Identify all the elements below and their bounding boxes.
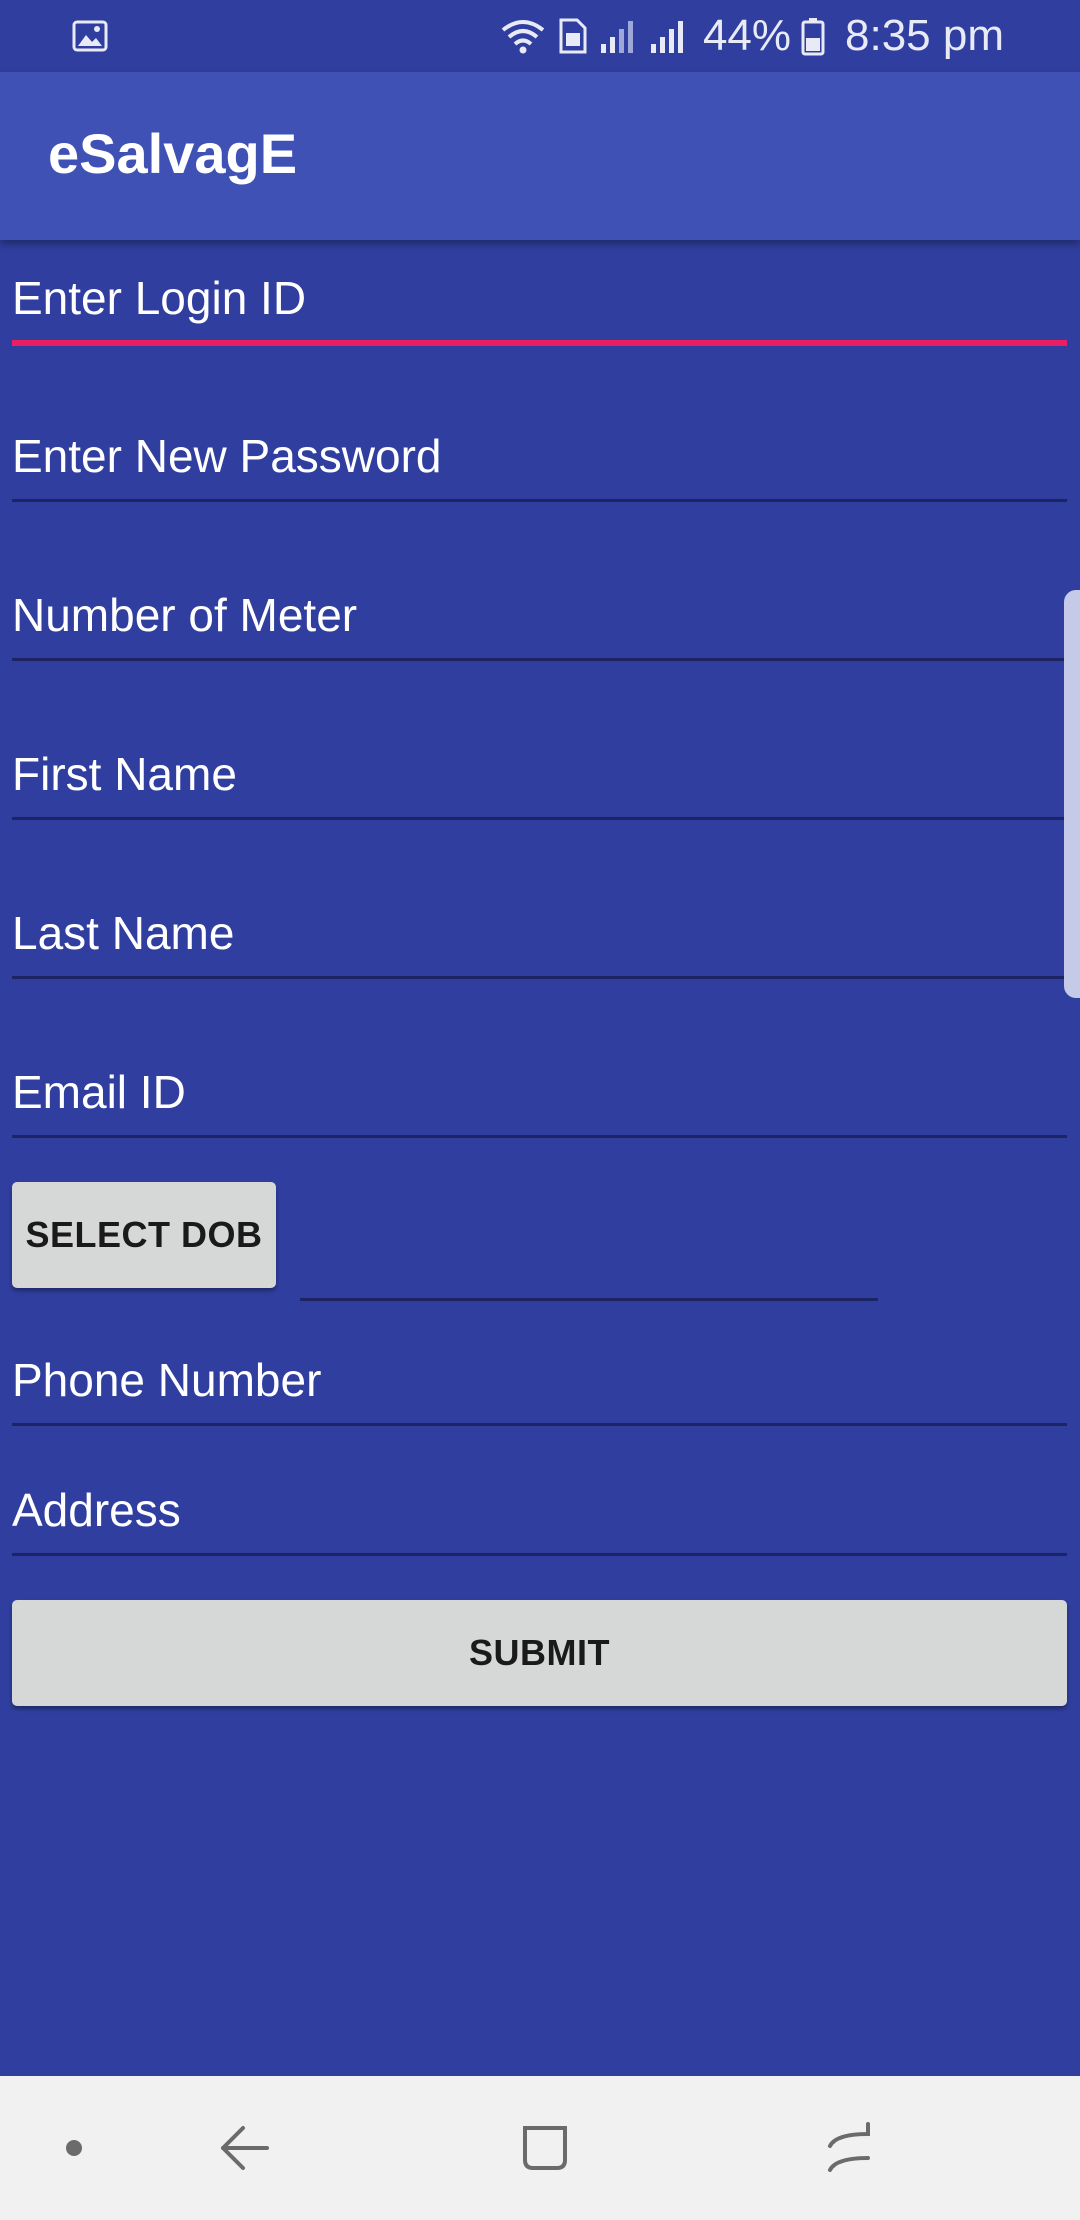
app-bar: eSalvagE [0, 72, 1080, 240]
status-time: 8:35 pm [845, 11, 1004, 60]
app-title: eSalvagE [48, 122, 298, 185]
first-name-input[interactable] [12, 730, 1067, 817]
signal-icon [649, 16, 689, 56]
battery-percent: 44% [702, 11, 792, 60]
back-icon[interactable] [200, 2076, 290, 2220]
first-name-field[interactable] [12, 730, 1067, 820]
signal-icon [599, 16, 639, 56]
login-id-input[interactable] [12, 256, 1067, 340]
phone-number-field[interactable] [12, 1336, 1067, 1426]
email-field[interactable] [12, 1048, 1067, 1138]
last-name-field[interactable] [12, 889, 1067, 979]
new-password-field[interactable] [12, 412, 1067, 502]
battery-icon [801, 16, 825, 56]
new-password-input[interactable] [12, 412, 1067, 499]
wifi-icon [499, 16, 547, 56]
menu-icon[interactable] [800, 2076, 900, 2220]
navigation-bar [0, 2076, 1080, 2220]
address-field[interactable] [12, 1466, 1067, 1556]
dot-icon[interactable] [40, 2076, 108, 2220]
phone-number-input[interactable] [12, 1336, 1067, 1423]
recents-icon[interactable] [500, 2076, 590, 2220]
select-dob-button[interactable]: SELECT DOB [12, 1182, 276, 1288]
sim-icon [557, 16, 589, 56]
scrollbar-thumb[interactable] [1064, 590, 1080, 998]
image-icon [72, 18, 108, 54]
last-name-input[interactable] [12, 889, 1067, 976]
dob-value-field[interactable] [300, 1298, 878, 1301]
meter-number-input[interactable] [12, 571, 1067, 658]
meter-number-field[interactable] [12, 571, 1067, 661]
status-icons: 44% 8:35 pm [499, 0, 1004, 72]
login-id-field[interactable] [12, 256, 1067, 346]
submit-button[interactable]: SUBMIT [12, 1600, 1067, 1706]
address-input[interactable] [12, 1466, 1067, 1553]
status-bar: 44% 8:35 pm [0, 0, 1080, 72]
email-input[interactable] [12, 1048, 1067, 1135]
